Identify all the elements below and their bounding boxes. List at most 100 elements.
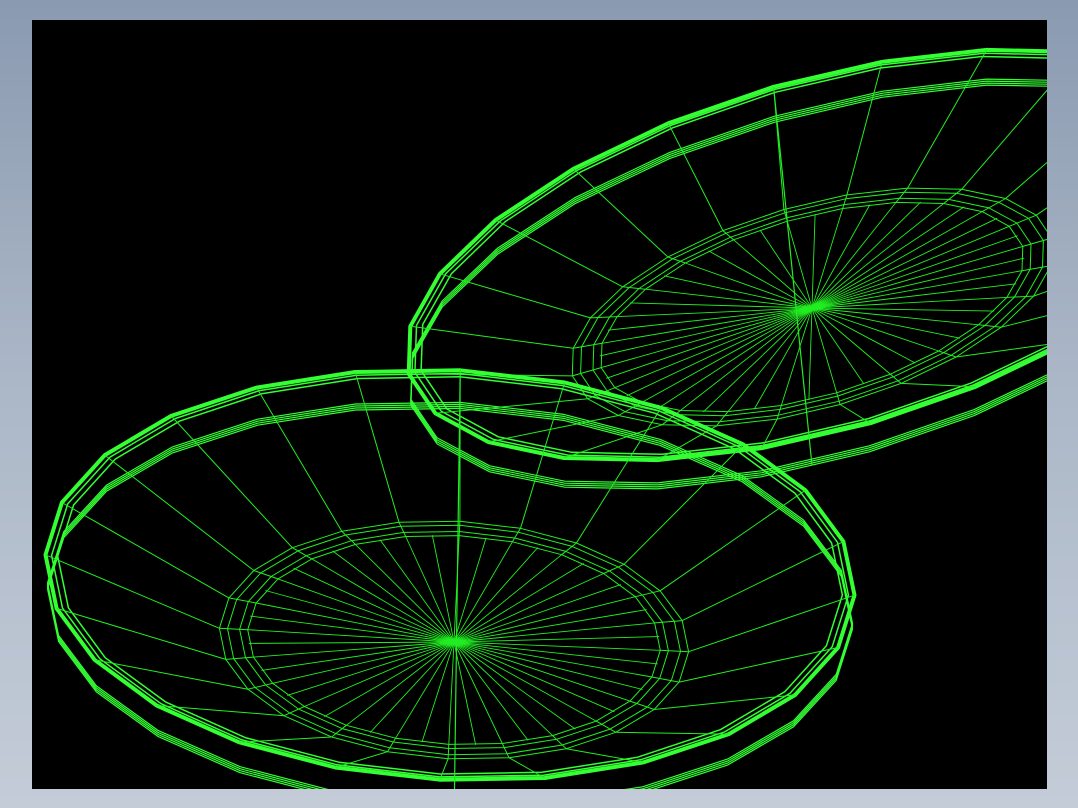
dish-center-spoke (808, 307, 813, 401)
dish-center-spoke (599, 307, 813, 357)
dish-step-spoke (225, 656, 254, 660)
dish-center-spoke (453, 641, 643, 690)
dish-center-spoke (453, 563, 584, 643)
dish-wall-spoke (681, 541, 844, 622)
dish-wall-spoke (495, 219, 623, 288)
dish-center-spoke (421, 641, 455, 743)
dish-center-spoke (680, 307, 813, 411)
dish-wall-spoke (678, 647, 839, 683)
dish-center-spoke (786, 221, 813, 309)
dish-wall-spoke (256, 387, 343, 532)
dish-wall-spoke (961, 89, 1047, 190)
dish-center-spoke (261, 641, 455, 671)
dish-step-spoke (622, 286, 646, 290)
dish-center-spoke (811, 213, 816, 309)
dish-step-spoke (247, 682, 273, 690)
dish-wall-edge (410, 78, 1047, 484)
dish-center-spoke (645, 288, 813, 309)
dish-center-spoke (431, 535, 455, 643)
dish-center-spoke (811, 307, 960, 339)
dish-center-spoke (453, 641, 529, 741)
dish-center-spoke (811, 307, 865, 385)
dish-center-spoke (659, 307, 813, 408)
dish-step-spoke (398, 522, 407, 537)
dish-center-spoke (453, 641, 477, 745)
dish-center-spoke (453, 641, 576, 730)
dish-step-spoke (501, 743, 510, 758)
dish-wireframe-lower-left[interactable] (43, 368, 857, 789)
dish-step-spoke (341, 530, 356, 545)
dish-step-spoke (716, 411, 729, 427)
dish-center-spoke (453, 641, 658, 665)
dish-wall-spoke (1036, 207, 1047, 216)
dish-center-spoke (405, 536, 455, 643)
dish-center-spoke (453, 641, 631, 702)
dish-center-spoke (453, 641, 661, 651)
dish-center-spoke (379, 539, 455, 643)
dish-wall-spoke (439, 273, 591, 319)
wireframe-scene[interactable] (32, 20, 1047, 789)
dish-step-spoke (219, 627, 248, 631)
dish-step-spoke (387, 737, 397, 752)
dish-center-spoke (453, 641, 615, 713)
dish-wireframe-upper-right[interactable] (406, 47, 1047, 490)
dish-center-spoke (453, 537, 487, 643)
dish-center-spoke (453, 596, 636, 643)
dish-axis-line (453, 370, 461, 789)
dish-center-spoke (811, 235, 1018, 309)
dish-step-spoke (978, 324, 1002, 328)
dish-step-spoke (981, 198, 1006, 213)
dish-wall-spoke (1033, 290, 1047, 297)
dish-step-spoke (660, 649, 689, 653)
dish-center-spoke (277, 578, 455, 643)
dish-wall-spoke (354, 371, 400, 523)
dish-step-spoke (836, 392, 841, 405)
dish-step-spoke (776, 405, 782, 420)
dish-center-spoke (607, 307, 813, 331)
cad-viewport[interactable] (32, 20, 1047, 789)
dish-step-spoke (1021, 265, 1047, 272)
dish-center-spoke (453, 541, 513, 643)
dish-center-spoke (708, 250, 813, 309)
dish-center-spoke (811, 307, 916, 364)
dish-step-spoke (511, 528, 521, 543)
dish-step-spoke (590, 316, 618, 319)
dish-step-spoke (458, 521, 461, 536)
dish-step-spoke (651, 676, 680, 683)
dish-wall-spoke (659, 489, 806, 592)
dish-center-spoke (727, 307, 813, 412)
dish-step-spoke (573, 342, 603, 349)
dish-center-spoke (453, 609, 647, 643)
dish-wall-spoke (104, 454, 255, 571)
dish-center-spoke (626, 307, 813, 397)
dish-wall-spoke (410, 325, 574, 349)
dish-center-spoke (811, 307, 838, 393)
dish-wall-spoke (839, 404, 871, 424)
dish-center-spoke (811, 202, 897, 309)
dish-step-spoke (552, 735, 567, 750)
dish-center-spoke (733, 239, 813, 309)
dish-step-spoke (1006, 295, 1034, 298)
dish-step-spoke (895, 187, 908, 203)
dish-wall-spoke (688, 594, 855, 653)
dish-step-spoke (228, 597, 257, 604)
dish-center-spoke (811, 225, 1010, 309)
dish-wall-edge (410, 84, 1047, 490)
dish-step-spoke (572, 367, 602, 377)
dish-step-spoke (842, 194, 848, 209)
dish-wall-spoke (566, 748, 644, 763)
dish-wall-spoke (61, 502, 230, 599)
dish-center-spoke (324, 641, 455, 717)
dish-center-spoke (811, 217, 998, 309)
dish-step-spoke (635, 590, 661, 598)
dish-center-spoke (453, 573, 604, 643)
dish-wall-spoke (907, 49, 988, 189)
dish-center-spoke (614, 307, 813, 389)
dish-center-spoke (448, 641, 455, 745)
dish-wall-spoke (846, 61, 883, 196)
dish-center-spoke (250, 615, 455, 643)
dish-center-spoke (629, 302, 813, 309)
dish-center-spoke (453, 641, 503, 744)
dish-center-spoke (753, 307, 813, 410)
dish-center-spoke (617, 307, 813, 318)
